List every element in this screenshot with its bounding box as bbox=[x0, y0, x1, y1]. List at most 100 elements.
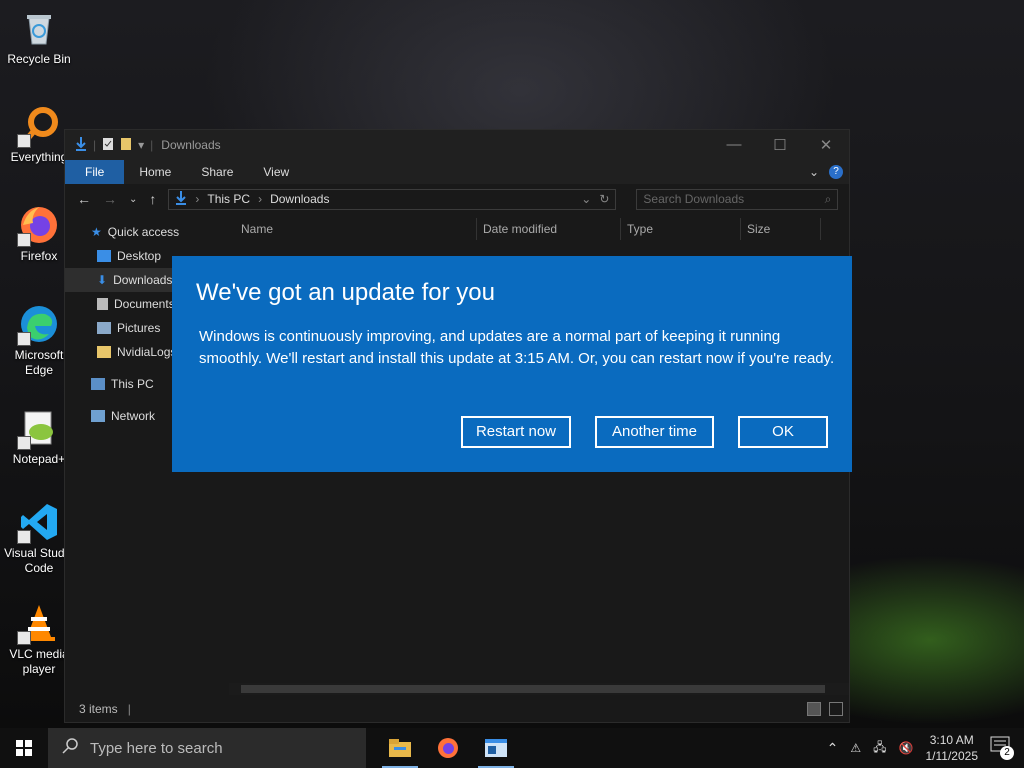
taskbar-firefox[interactable] bbox=[424, 728, 472, 768]
close-icon[interactable]: ✕ bbox=[803, 136, 849, 154]
maximize-icon[interactable]: ☐ bbox=[757, 136, 803, 154]
volume-muted-icon[interactable]: 🔇 bbox=[899, 741, 914, 755]
firefox-icon bbox=[17, 205, 59, 247]
navigation-bar: ← → ⌄ ↑ › This PC › Downloads ⌄ ↻ Search… bbox=[65, 184, 849, 214]
edge-icon bbox=[17, 304, 59, 346]
column-header-type[interactable]: Type bbox=[621, 218, 741, 240]
shortcut-arrow-icon bbox=[17, 631, 31, 645]
nav-item-label: Pictures bbox=[117, 321, 161, 335]
shortcut-arrow-icon bbox=[17, 134, 31, 148]
download-arrow-icon bbox=[75, 136, 87, 154]
nav-item-quick-access[interactable]: ★ Quick access bbox=[65, 220, 221, 244]
nav-item-label: Network bbox=[111, 409, 156, 423]
details-view-icon[interactable] bbox=[807, 702, 821, 716]
nav-item-label: Documents bbox=[114, 297, 175, 311]
clock-time: 3:10 AM bbox=[929, 733, 974, 747]
forward-arrow-icon[interactable]: → bbox=[103, 191, 117, 207]
title-bar: | ▾ | Downloads — ☐ ✕ bbox=[65, 130, 849, 160]
dialog-title: We've got an update for you bbox=[196, 279, 496, 306]
customize-toolbar-icon[interactable]: ▾ bbox=[138, 138, 144, 152]
quick-access-toolbar: | ▾ | bbox=[75, 136, 153, 154]
desktop-folder-icon bbox=[97, 250, 111, 262]
breadcrumb-separator-icon: › bbox=[258, 192, 263, 206]
security-warning-icon[interactable]: ⚠ bbox=[850, 741, 861, 755]
ok-button[interactable]: OK bbox=[738, 416, 828, 448]
shortcut-arrow-icon bbox=[17, 233, 31, 247]
search-placeholder: Search Downloads bbox=[643, 192, 745, 206]
shortcut-arrow-icon bbox=[17, 436, 31, 450]
column-header-name[interactable]: Name bbox=[221, 218, 477, 240]
recycle-bin-icon bbox=[19, 8, 59, 48]
breadcrumb-this-pc[interactable]: This PC bbox=[207, 192, 250, 206]
network-disconnected-icon[interactable]: 🖧 bbox=[873, 738, 886, 759]
nav-item-label: This PC bbox=[111, 377, 154, 391]
taskbar: Type here to search ⌃ ⚠ 🖧 🔇 3:10 AM 1/11… bbox=[0, 728, 1024, 768]
desktop-icon-label: Recycle Bin bbox=[7, 52, 71, 66]
file-explorer-icon bbox=[389, 739, 411, 757]
another-time-button[interactable]: Another time bbox=[595, 416, 714, 448]
firefox-icon bbox=[438, 738, 458, 758]
new-folder-icon[interactable] bbox=[120, 137, 132, 154]
large-icons-view-icon[interactable] bbox=[829, 702, 843, 716]
shortcut-arrow-icon bbox=[17, 530, 31, 544]
window-controls: — ☐ ✕ bbox=[711, 136, 849, 154]
up-arrow-icon[interactable]: ↑ bbox=[149, 191, 156, 207]
documents-icon bbox=[97, 298, 108, 310]
notepad-plus-plus-icon bbox=[17, 408, 59, 450]
item-count: 3 items bbox=[79, 702, 118, 716]
ribbon-tabs: File Home Share View ⌄ ? bbox=[65, 160, 849, 184]
dialog-buttons: Restart now Another time OK bbox=[461, 416, 828, 448]
tab-file[interactable]: File bbox=[65, 160, 125, 184]
address-bar[interactable]: › This PC › Downloads ⌄ ↻ bbox=[168, 188, 617, 210]
breadcrumb-separator-icon: › bbox=[195, 192, 200, 206]
back-arrow-icon[interactable]: ← bbox=[77, 191, 91, 207]
taskbar-search[interactable]: Type here to search bbox=[48, 728, 366, 768]
taskbar-app-window[interactable] bbox=[472, 728, 520, 768]
taskbar-search-placeholder: Type here to search bbox=[90, 739, 223, 757]
tab-share[interactable]: Share bbox=[186, 160, 248, 184]
dialog-message: Windows is continuously improving, and u… bbox=[199, 328, 835, 367]
clock[interactable]: 3:10 AM 1/11/2025 bbox=[926, 732, 979, 764]
update-dialog: We've got an update for you Windows is c… bbox=[172, 256, 852, 472]
refresh-icon[interactable]: ↻ bbox=[599, 192, 609, 206]
help-icon[interactable]: ? bbox=[829, 165, 843, 179]
scrollbar-thumb[interactable] bbox=[241, 685, 825, 693]
search-box[interactable]: Search Downloads ⌕ bbox=[636, 188, 839, 210]
recent-locations-icon[interactable]: ⌄ bbox=[129, 194, 137, 205]
desktop-icon-recycle-bin[interactable]: Recycle Bin bbox=[0, 2, 78, 67]
network-icon bbox=[91, 410, 105, 422]
restart-now-button[interactable]: Restart now bbox=[461, 416, 571, 448]
show-hidden-icons-icon[interactable]: ⌃ bbox=[827, 740, 839, 757]
shortcut-arrow-icon bbox=[17, 332, 31, 346]
expand-ribbon-icon[interactable]: ⌄ bbox=[809, 165, 819, 179]
everything-search-icon bbox=[17, 106, 59, 148]
address-dropdown-icon[interactable]: ⌄ bbox=[581, 192, 591, 206]
nav-item-label: Desktop bbox=[117, 249, 162, 263]
nav-item-label: Downloads bbox=[113, 273, 173, 287]
breadcrumb-downloads[interactable]: Downloads bbox=[270, 192, 329, 206]
system-tray: ⌃ ⚠ 🖧 🔇 3:10 AM 1/11/2025 2 bbox=[827, 732, 1024, 764]
horizontal-scrollbar[interactable] bbox=[229, 683, 849, 695]
properties-icon[interactable] bbox=[102, 137, 114, 154]
taskbar-file-explorer[interactable] bbox=[376, 728, 424, 768]
action-center-button[interactable]: 2 bbox=[990, 736, 1014, 760]
notification-count-badge: 2 bbox=[1000, 746, 1014, 760]
star-icon: ★ bbox=[91, 225, 102, 239]
taskbar-apps bbox=[376, 728, 520, 768]
search-icon: ⌕ bbox=[824, 191, 832, 206]
tab-home[interactable]: Home bbox=[124, 160, 186, 184]
download-arrow-icon: ⬇ bbox=[97, 273, 108, 287]
search-icon bbox=[62, 738, 78, 758]
column-header-date-modified[interactable]: Date modified bbox=[477, 218, 621, 240]
app-window-icon bbox=[485, 739, 507, 757]
status-bar: 3 items | bbox=[65, 696, 849, 722]
vlc-icon bbox=[17, 603, 59, 645]
start-button[interactable] bbox=[0, 728, 48, 768]
column-header-size[interactable]: Size bbox=[741, 218, 821, 240]
nav-item-label: NvidiaLogs bbox=[117, 345, 177, 359]
minimize-icon[interactable]: — bbox=[711, 136, 757, 154]
vscode-icon bbox=[17, 502, 59, 544]
download-arrow-icon bbox=[175, 190, 187, 208]
clock-date: 1/11/2025 bbox=[925, 749, 979, 763]
tab-view[interactable]: View bbox=[248, 160, 304, 184]
